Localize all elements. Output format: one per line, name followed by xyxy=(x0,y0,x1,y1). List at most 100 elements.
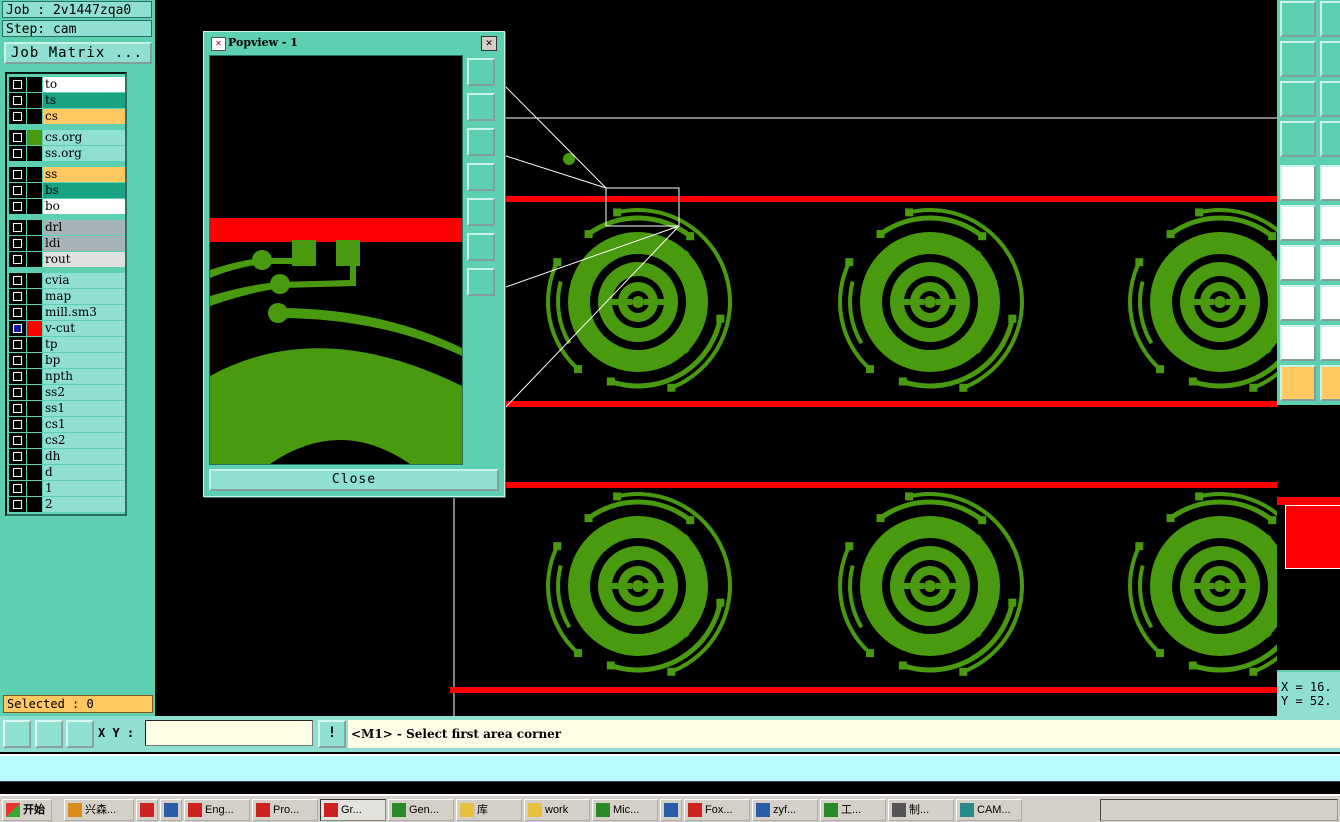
pan-right-icon[interactable] xyxy=(467,198,495,226)
layer-color-swatch[interactable] xyxy=(27,449,42,464)
frame-icon[interactable] xyxy=(1320,41,1340,77)
zoom-in-icon[interactable] xyxy=(467,268,495,296)
layer-name[interactable]: dh xyxy=(43,449,125,464)
layer-checkbox[interactable] xyxy=(9,497,26,512)
layer-checkbox[interactable] xyxy=(9,183,26,198)
layer-color-swatch[interactable] xyxy=(27,146,42,161)
taskbar-item[interactable]: Fox... xyxy=(684,799,750,821)
layer-checkbox[interactable] xyxy=(9,385,26,400)
zoom-window-icon[interactable] xyxy=(467,58,495,86)
layer-checkbox[interactable] xyxy=(9,146,26,161)
taskbar-item[interactable]: Eng... xyxy=(184,799,250,821)
layer-name[interactable]: map xyxy=(43,289,125,304)
taskbar-item[interactable]: work xyxy=(524,799,590,821)
layer-row[interactable]: npth xyxy=(9,369,125,384)
node-icon[interactable] xyxy=(1280,205,1316,241)
layer-row[interactable]: to xyxy=(9,77,125,92)
layer-name[interactable]: ss1 xyxy=(43,401,125,416)
taskbar-item[interactable] xyxy=(136,799,158,821)
layer-name[interactable]: cvia xyxy=(43,273,125,288)
layer-row[interactable]: bo xyxy=(9,199,125,214)
layer-checkbox[interactable] xyxy=(9,449,26,464)
layer-color-swatch[interactable] xyxy=(27,183,42,198)
layer-row[interactable]: v-cut xyxy=(9,321,125,336)
layer-color-swatch[interactable] xyxy=(27,465,42,480)
layer-row[interactable]: ss1 xyxy=(9,401,125,416)
layer-row[interactable]: mill.sm3 xyxy=(9,305,125,320)
layer-color-swatch[interactable] xyxy=(27,321,42,336)
layer-checkbox[interactable] xyxy=(9,433,26,448)
layer-checkbox[interactable] xyxy=(9,273,26,288)
layer-name[interactable]: 1 xyxy=(43,481,125,496)
fit-icon[interactable] xyxy=(1280,81,1316,117)
measure-icon[interactable] xyxy=(35,720,63,748)
fit-alt-icon[interactable] xyxy=(1320,81,1340,117)
layer-name[interactable]: drl xyxy=(43,220,125,235)
layer-row[interactable]: 1 xyxy=(9,481,125,496)
pan-down-icon[interactable] xyxy=(467,128,495,156)
layer-color-swatch[interactable] xyxy=(27,130,42,145)
layer-name[interactable]: bo xyxy=(43,199,125,214)
layer-name[interactable]: to xyxy=(43,77,125,92)
taskbar-item[interactable]: 库 xyxy=(456,799,522,821)
taskbar-item[interactable]: zyf... xyxy=(752,799,818,821)
taskbar-item[interactable] xyxy=(660,799,682,821)
layer-name[interactable]: mill.sm3 xyxy=(43,305,125,320)
layer-color-swatch[interactable] xyxy=(27,417,42,432)
layer-name[interactable]: ss xyxy=(43,167,125,182)
taskbar-item[interactable]: Pro... xyxy=(252,799,318,821)
layer-color-swatch[interactable] xyxy=(27,77,42,92)
layer-checkbox[interactable] xyxy=(9,417,26,432)
layer-row[interactable]: cvia xyxy=(9,273,125,288)
layer-color-swatch[interactable] xyxy=(27,109,42,124)
layer-name[interactable]: cs.org xyxy=(43,130,125,145)
circle-dot-icon[interactable] xyxy=(1280,165,1316,201)
taskbar-item[interactable]: 制... xyxy=(888,799,954,821)
layer-color-swatch[interactable] xyxy=(27,481,42,496)
layer-checkbox[interactable] xyxy=(9,130,26,145)
layer-checkbox[interactable] xyxy=(9,337,26,352)
layer-checkbox[interactable] xyxy=(9,252,26,267)
layer-color-swatch[interactable] xyxy=(27,236,42,251)
taskbar-item[interactable]: Gr... xyxy=(320,799,386,821)
pan-left-icon[interactable] xyxy=(467,163,495,191)
layer-name[interactable]: npth xyxy=(43,369,125,384)
close-button[interactable]: Close xyxy=(209,469,499,491)
layer-checkbox[interactable] xyxy=(9,481,26,496)
angle-icon[interactable] xyxy=(1280,245,1316,281)
layer-color-swatch[interactable] xyxy=(27,353,42,368)
taskbar-item[interactable] xyxy=(160,799,182,821)
layer-row[interactable]: 2 xyxy=(9,497,125,512)
layer-name[interactable]: d xyxy=(43,465,125,480)
layer-name[interactable]: ldi xyxy=(43,236,125,251)
layer-color-swatch[interactable] xyxy=(27,220,42,235)
layer-color-swatch[interactable] xyxy=(27,385,42,400)
layer-color-swatch[interactable] xyxy=(27,401,42,416)
window-icon[interactable] xyxy=(1320,1,1340,37)
left-arrow-icon[interactable] xyxy=(1280,41,1316,77)
layer-name[interactable]: bs xyxy=(43,183,125,198)
draw-icon[interactable] xyxy=(1320,165,1340,201)
layer-name[interactable]: tp xyxy=(43,337,125,352)
layer-color-swatch[interactable] xyxy=(27,167,42,182)
layer-row[interactable]: bp xyxy=(9,353,125,368)
layer-checkbox[interactable] xyxy=(9,353,26,368)
layer-color-swatch[interactable] xyxy=(27,433,42,448)
alert-icon[interactable]: ! xyxy=(318,720,346,748)
taskbar-item[interactable]: 工... xyxy=(820,799,886,821)
layer-row[interactable]: d xyxy=(9,465,125,480)
layer-checkbox[interactable] xyxy=(9,236,26,251)
layer-checkbox[interactable] xyxy=(9,321,26,336)
layer-color-swatch[interactable] xyxy=(27,252,42,267)
layer-name[interactable]: cs xyxy=(43,109,125,124)
layer-name[interactable]: ss.org xyxy=(43,146,125,161)
grid-icon[interactable] xyxy=(1320,121,1340,157)
layer-color-swatch[interactable] xyxy=(27,337,42,352)
layer-row[interactable]: ss xyxy=(9,167,125,182)
layer-checkbox[interactable] xyxy=(9,109,26,124)
layer-name[interactable]: 2 xyxy=(43,497,125,512)
grid-icon[interactable] xyxy=(66,720,94,748)
layer-row[interactable]: tp xyxy=(9,337,125,352)
layer-row[interactable]: cs xyxy=(9,109,125,124)
zoom-out-icon[interactable] xyxy=(467,233,495,261)
